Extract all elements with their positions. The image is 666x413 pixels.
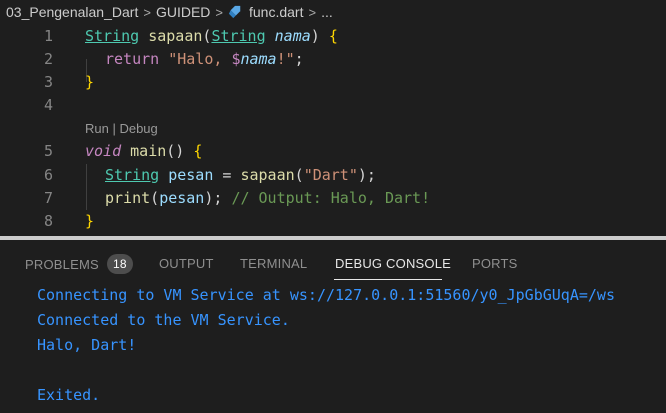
token-paren: () xyxy=(166,141,185,160)
active-tab-indicator xyxy=(334,279,442,280)
token-param: nama xyxy=(240,49,277,68)
token-keyword: return xyxy=(105,49,160,68)
token-string: "Halo, xyxy=(168,49,232,68)
line-number: 7 xyxy=(43,188,53,207)
token-function: main xyxy=(130,141,167,160)
tab-terminal-label: TERMINAL xyxy=(240,256,308,271)
console-line: Halo, Dart! xyxy=(37,336,137,354)
token-brace: } xyxy=(85,211,95,230)
vscode-window: 03_Pengenalan_Dart > GUIDED > func.dart … xyxy=(0,0,666,413)
code-line-4[interactable]: 4 xyxy=(0,93,666,116)
line-number: 4 xyxy=(43,95,53,114)
breadcrumb-subfolder[interactable]: GUIDED xyxy=(156,4,210,20)
token-function: sapaan xyxy=(240,165,295,184)
tab-ports-label: PORTS xyxy=(472,256,518,271)
line-number: 6 xyxy=(43,165,53,184)
token-paren: ); xyxy=(357,165,376,184)
breadcrumb-folder[interactable]: 03_Pengenalan_Dart xyxy=(6,4,138,20)
code-text: String pesan = sapaan("Dart"); xyxy=(105,166,376,184)
code-text: } xyxy=(85,212,94,230)
panel-tabs: PROBLEMS 18 OUTPUT TERMINAL DEBUG CONSOL… xyxy=(0,240,666,284)
token-string: "Dart" xyxy=(303,165,358,184)
code-line-8[interactable]: 8 } xyxy=(0,209,666,232)
line-number: 5 xyxy=(43,141,53,160)
token-variable: pesan xyxy=(159,188,205,207)
code-line-2[interactable]: 2 return "Halo, $nama!"; xyxy=(0,47,666,70)
console-line: Exited. xyxy=(37,386,101,404)
code-line-7[interactable]: 7 print(pesan); // Output: Halo, Dart! xyxy=(0,186,666,209)
token-operator: = xyxy=(222,165,232,184)
tab-output[interactable]: OUTPUT xyxy=(159,256,214,271)
token-paren: ) xyxy=(310,26,320,45)
line-number: 2 xyxy=(43,49,53,68)
token-paren: ( xyxy=(294,165,304,184)
line-number: 1 xyxy=(43,26,53,45)
console-line: Connected to the VM Service. xyxy=(37,311,290,329)
code-text: void main() { xyxy=(85,142,202,160)
token-type: String xyxy=(85,26,140,45)
breadcrumb-file-label: func.dart xyxy=(248,4,304,20)
token-paren: ); xyxy=(204,188,223,207)
tab-terminal[interactable]: TERMINAL xyxy=(240,256,307,271)
breadcrumb: 03_Pengenalan_Dart > GUIDED > func.dart … xyxy=(0,0,666,24)
code-line-6[interactable]: 6 String pesan = sapaan("Dart"); xyxy=(0,163,666,186)
token-paren: ( xyxy=(150,188,160,207)
console-line: Connecting to VM Service at ws://127.0.0… xyxy=(37,286,615,304)
token-brace: { xyxy=(328,26,338,45)
tab-debug-console-label: DEBUG CONSOLE xyxy=(335,256,452,271)
tab-debug-console[interactable]: DEBUG CONSOLE xyxy=(335,256,451,271)
token-variable: pesan xyxy=(168,165,214,184)
tab-problems-label: PROBLEMS xyxy=(25,256,99,272)
token-function: print xyxy=(105,188,151,207)
code-line-1[interactable]: 1 String sapaan(String nama) { xyxy=(0,24,666,47)
tab-ports[interactable]: PORTS xyxy=(472,256,518,271)
token-type: String xyxy=(105,165,160,184)
breadcrumb-file[interactable]: func.dart xyxy=(228,4,303,20)
token-function: sapaan xyxy=(148,26,203,45)
chevron-right-icon: > xyxy=(143,4,151,20)
code-editor[interactable]: 1 String sapaan(String nama) { 2 return … xyxy=(0,24,666,236)
tab-problems[interactable]: PROBLEMS 18 xyxy=(25,254,133,274)
code-line-3[interactable]: 3 } xyxy=(0,70,666,93)
codelens-run-debug[interactable]: Run | Debug xyxy=(85,121,158,136)
token-type: String xyxy=(211,26,266,45)
chevron-right-icon: > xyxy=(215,4,223,20)
chevron-right-icon: > xyxy=(308,4,317,20)
problems-count-badge: 18 xyxy=(106,254,133,274)
token-brace: { xyxy=(193,141,203,160)
token-semicolon: ; xyxy=(294,49,304,68)
dart-icon xyxy=(228,5,241,19)
token-comment: // Output: Halo, Dart! xyxy=(231,188,431,207)
bottom-panel: PROBLEMS 18 OUTPUT TERMINAL DEBUG CONSOL… xyxy=(0,240,666,413)
line-number: 3 xyxy=(43,72,53,91)
breadcrumb-more[interactable]: ... xyxy=(321,4,333,20)
token-param: nama xyxy=(274,26,311,45)
code-text: String sapaan(String nama) { xyxy=(85,27,338,45)
code-line-5[interactable]: 5 void main() { xyxy=(0,139,666,162)
code-text: } xyxy=(85,73,94,91)
token-string: !" xyxy=(276,49,295,68)
code-text: return "Halo, $nama!"; xyxy=(105,50,304,68)
code-text: print(pesan); // Output: Halo, Dart! xyxy=(105,189,430,207)
tab-output-label: OUTPUT xyxy=(159,256,214,271)
line-number: 8 xyxy=(43,211,53,230)
token-brace: } xyxy=(85,72,95,91)
token-keyword: void xyxy=(85,141,122,160)
